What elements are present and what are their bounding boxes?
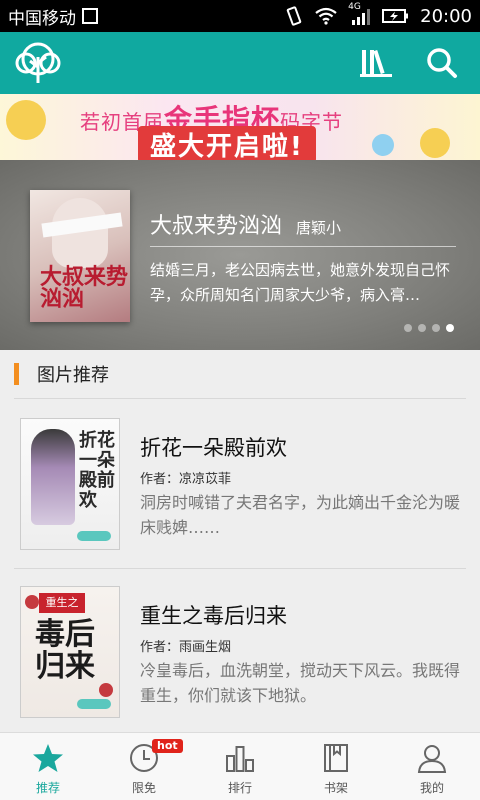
nav-label: 排行 [227, 781, 252, 795]
carousel-dot[interactable] [418, 324, 426, 332]
nav-bookshelf[interactable]: 书架 [288, 733, 384, 800]
coin-decoration [372, 134, 394, 156]
star-icon [31, 741, 65, 775]
cover-publisher-tag [77, 699, 111, 709]
book-intro: 洞房时喊错了夫君名字，为此嫡出千金沦为暖床贱婢…… [140, 493, 461, 537]
cover-flower [25, 595, 39, 609]
nav-free[interactable]: hot 限免 [96, 733, 192, 800]
book-title: 折花一朵殿前欢 [140, 436, 287, 460]
coin-decoration [420, 128, 450, 158]
vibrate-icon [286, 6, 302, 26]
header-actions [360, 47, 468, 79]
section-header: 图片推荐 [0, 350, 480, 398]
banner-subheadline: 盛大开启啦! [138, 126, 316, 160]
carousel-indicator [404, 324, 454, 332]
book-cover[interactable]: 重生之 毒后归来 [20, 586, 120, 718]
app-header [0, 32, 480, 94]
battery-charging-icon [382, 9, 409, 23]
nav-label: 书架 [323, 781, 348, 795]
clock-time: 20:00 [420, 5, 472, 27]
signal-icon: 4G [348, 2, 372, 26]
hot-badge: hot [152, 739, 183, 753]
promo-banner[interactable]: 若初首届金手指杯码字节 盛大开启啦! [0, 94, 480, 160]
featured-carousel[interactable]: 大叔来势汹汹 大叔来势汹汹 唐颖小 结婚三月，老公因病去世，她意外发现自己怀孕，… [0, 160, 480, 350]
nav-ranking[interactable]: 排行 [192, 733, 288, 800]
book-list-item[interactable]: 重生之 毒后归来 重生之毒后归来 作者：雨画生烟 冷皇毒后，血洗朝堂，搅动天下风… [0, 568, 480, 728]
section-title: 图片推荐 [37, 365, 109, 386]
cover-title-art: 大叔来势汹汹 [40, 264, 129, 312]
status-icons: 4G 20:00 [284, 2, 472, 27]
carousel-dot[interactable] [432, 324, 440, 332]
bottom-nav: 推荐 hot 限免 排行 书架 我的 [0, 732, 480, 800]
section-divider [14, 398, 466, 399]
featured-book-description: 结婚三月，老公因病去世，她意外发现自己怀孕，众所周知名门周家大少爷，病入膏… [150, 261, 451, 304]
tree-logo-icon[interactable] [12, 41, 64, 85]
status-bar: 中国移动 4G 20:00 [0, 0, 480, 32]
featured-book-author: 唐颖小 [296, 219, 342, 237]
search-icon[interactable] [426, 47, 458, 79]
nav-profile[interactable]: 我的 [384, 733, 480, 800]
cover-title-art: 折花一朵殿前欢 [79, 430, 115, 511]
book-intro: 冷皇毒后，血洗朝堂，搅动天下风云。我既得重生，你们就该下地狱。 [140, 661, 461, 705]
cover-figure [31, 429, 75, 525]
featured-book-title[interactable]: 大叔来势汹汹 [150, 208, 282, 240]
cover-title-art: 毒后归来 [35, 617, 95, 684]
section-accent-bar [14, 363, 19, 385]
book-cover[interactable]: 折花一朵殿前欢 [20, 418, 120, 550]
featured-title-row: 大叔来势汹汹 唐颖小 [150, 208, 341, 240]
coin-decoration [6, 100, 46, 140]
nav-recommend[interactable]: 推荐 [0, 733, 96, 800]
featured-divider [150, 246, 456, 247]
book-author: 作者：凉凉苡菲 [140, 472, 232, 487]
user-icon [415, 741, 449, 775]
book-list-item[interactable]: 折花一朵殿前欢 折花一朵殿前欢 作者：凉凉苡菲 洞房时喊错了夫君名字，为此嫡出千… [0, 400, 480, 560]
book-title: 重生之毒后归来 [140, 604, 287, 628]
cover-series-tag: 重生之 [39, 593, 85, 613]
bar-chart-icon [223, 741, 257, 775]
book-author: 作者：雨画生烟 [140, 640, 232, 655]
bookshelf-icon[interactable] [360, 48, 392, 78]
carousel-dot[interactable] [404, 324, 412, 332]
nav-label: 我的 [419, 781, 444, 795]
featured-book-cover[interactable]: 大叔来势汹汹 [30, 190, 130, 322]
cover-flower [99, 683, 113, 697]
carousel-dot-active[interactable] [446, 324, 454, 332]
carrier-label: 中国移动 [8, 8, 76, 29]
nav-label: 推荐 [35, 781, 60, 795]
cover-publisher-tag [77, 531, 111, 541]
wifi-icon [315, 7, 337, 25]
book-icon [319, 741, 353, 775]
nav-label: 限免 [131, 781, 156, 795]
image-notification-icon [82, 8, 98, 24]
